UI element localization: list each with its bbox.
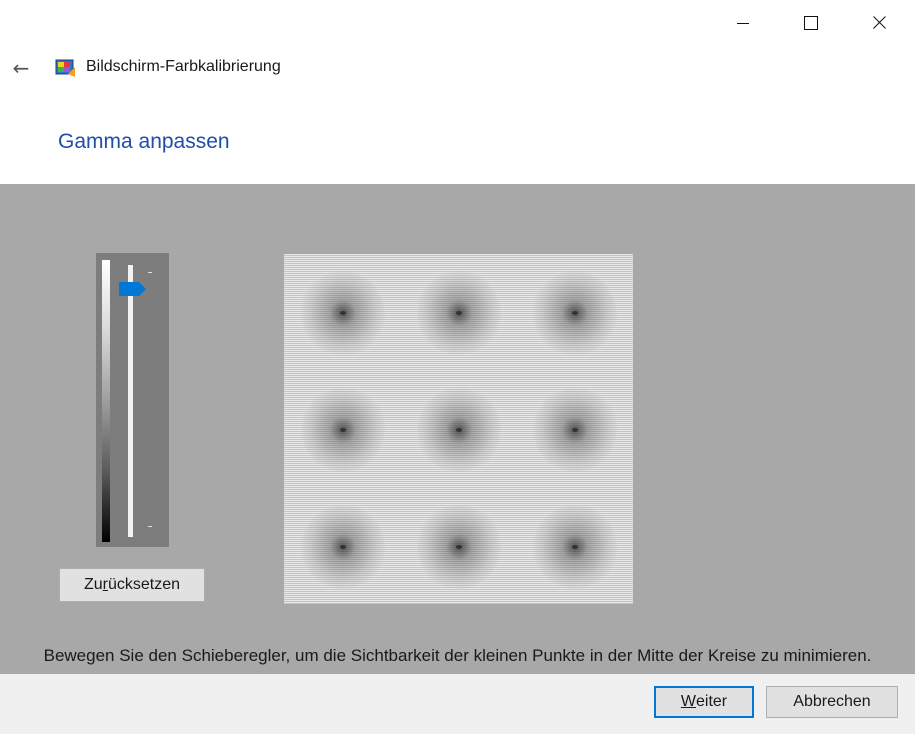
reset-label-post: ücksetzen [107,576,181,593]
pattern-circle [417,505,501,589]
reset-label-pre: Zu [83,576,103,593]
pattern-circle [533,505,617,589]
reset-button[interactable]: Zu r ücksetzen [59,568,205,602]
next-label-rest: eiter [695,693,728,710]
instruction-label: Bewegen Sie den Schieberegler, um die Si… [43,646,872,665]
pattern-circle [301,388,385,472]
pattern-circle [417,271,501,355]
next-button[interactable]: Weiter [654,686,754,718]
color-calibration-app-icon [55,59,75,77]
next-label-key: W [680,693,696,710]
instruction-text: Bewegen Sie den Schieberegler, um die Si… [0,640,915,674]
pattern-circle [301,505,385,589]
pattern-circle [301,271,385,355]
gray-gradient-bar [102,260,110,542]
back-arrow-icon[interactable]: ← [6,54,36,82]
pattern-circle [533,271,617,355]
window-title: Bildschirm-Farbkalibrierung [86,58,281,75]
footer-bar: Weiter Abbrechen [0,674,915,734]
gamma-slider-track[interactable] [128,265,133,537]
pattern-circle [417,388,501,472]
gamma-slider-thumb[interactable] [119,282,146,297]
cancel-button[interactable]: Abbrechen [766,686,898,718]
page-heading: Gamma anpassen [58,130,230,153]
maximize-icon[interactable] [788,0,834,46]
gamma-slider-panel [96,253,169,547]
pattern-circle [533,388,617,472]
slider-tick-bottom [148,526,152,527]
minimize-icon[interactable] [720,0,766,46]
gamma-test-pattern [284,254,633,604]
close-icon[interactable] [856,0,902,46]
title-bar [0,0,915,46]
slider-tick-top [148,272,152,273]
